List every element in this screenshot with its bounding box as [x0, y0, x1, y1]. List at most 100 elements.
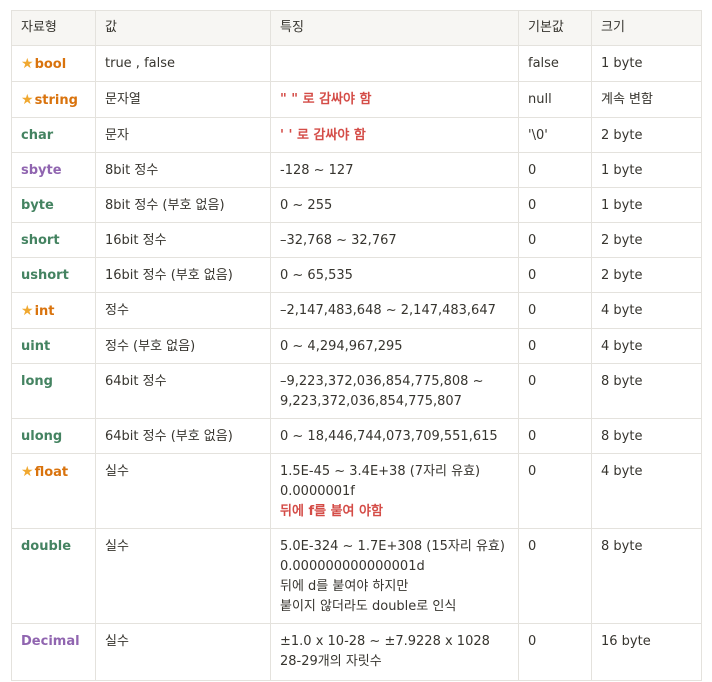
- cell-size: 8 byte: [591, 528, 702, 624]
- feature-line: 뒤에 f를 붙여 야함: [280, 504, 383, 519]
- feature-line: -128 ~ 127: [280, 163, 354, 178]
- cell-value: 8bit 정수: [95, 152, 271, 188]
- cell-features: ' ' 로 감싸야 함: [270, 117, 519, 153]
- table-row: char 문자 ' ' 로 감싸야 함 '\0' 2 byte: [11, 117, 702, 153]
- cell-value: 8bit 정수 (부호 없음): [95, 187, 271, 223]
- feature-line: 28-29개의 자릿수: [280, 654, 382, 669]
- cell-default: 0: [518, 418, 592, 454]
- cell-type: char: [11, 117, 96, 153]
- cell-size: 2 byte: [591, 222, 702, 258]
- header-default: 기본값: [518, 10, 592, 46]
- star-icon: ★: [21, 92, 34, 108]
- cell-features: [270, 45, 519, 82]
- feature-line: 0.000000000000001d: [280, 559, 425, 574]
- cell-features: 5.0E-324 ~ 1.7E+308 (15자리 유효) 0.000000000…: [270, 528, 519, 624]
- feature-line: 뒤에 d를 붙여야 하지만: [280, 579, 409, 594]
- type-name: string: [34, 93, 78, 108]
- cell-type: Decimal: [11, 623, 96, 681]
- cell-value: 정수 (부호 없음): [95, 328, 271, 364]
- type-name: int: [34, 304, 55, 319]
- cell-size: 계속 변함: [591, 81, 702, 118]
- feature-line: –2,147,483,648 ~ 2,147,483,647: [280, 303, 496, 318]
- cell-type: short: [11, 222, 96, 258]
- cell-default: 0: [518, 623, 592, 681]
- table-row: ★bool true , false false 1 byte: [11, 45, 702, 82]
- type-name: double: [21, 539, 72, 554]
- type-name: bool: [34, 57, 67, 72]
- cell-features: " " 로 감싸야 함: [270, 81, 519, 118]
- table-body: ★bool true , false false 1 byte ★string 문자열 " …: [11, 45, 702, 681]
- feature-line: 5.0E-324 ~ 1.7E+308 (15자리 유효): [280, 539, 505, 554]
- header-size: 크기: [591, 10, 702, 46]
- cell-size: 16 byte: [591, 623, 702, 681]
- cell-default: 0: [518, 453, 592, 529]
- type-name: ushort: [21, 268, 69, 283]
- cell-value: 16bit 정수 (부호 없음): [95, 257, 271, 293]
- cell-type: ★string: [11, 81, 96, 118]
- cell-type: ★bool: [11, 45, 96, 82]
- cell-default: 0: [518, 528, 592, 624]
- table-row: long 64bit 정수 –9,223,372,036,854,775,808 ~…: [11, 363, 702, 419]
- cell-value: 문자: [95, 117, 271, 153]
- cell-default: false: [518, 45, 592, 82]
- table-row: ★float 실수 1.5E-45 ~ 3.4E+38 (7자리 유효) 0.0000…: [11, 453, 702, 529]
- cell-default: 0: [518, 363, 592, 419]
- type-name: sbyte: [21, 163, 62, 178]
- table-row: ★string 문자열 " " 로 감싸야 함 null 계속 변함: [11, 81, 702, 118]
- cell-value: 64bit 정수 (부호 없음): [95, 418, 271, 454]
- table-row: double 실수 5.0E-324 ~ 1.7E+308 (15자리 유효) 0.0…: [11, 528, 702, 624]
- cell-default: null: [518, 81, 592, 118]
- cell-type: long: [11, 363, 96, 419]
- table-header-row: 자료형 값 특징 기본값 크기: [11, 10, 702, 46]
- table-row: ulong 64bit 정수 (부호 없음) 0 ~ 18,446,744,073,…: [11, 418, 702, 454]
- header-value: 값: [95, 10, 271, 46]
- feature-line: ±1.0 x 10-28 ~ ±7.9228 x 1028: [280, 634, 490, 649]
- cell-size: 1 byte: [591, 152, 702, 188]
- cell-default: 0: [518, 292, 592, 329]
- feature-line: –32,768 ~ 32,767: [280, 233, 397, 248]
- cell-features: –32,768 ~ 32,767: [270, 222, 519, 258]
- cell-size: 2 byte: [591, 117, 702, 153]
- data-types-table: 자료형 값 특징 기본값 크기 ★bool true , false false 1 …: [11, 10, 702, 681]
- cell-features: 0 ~ 18,446,744,073,709,551,615: [270, 418, 519, 454]
- type-name: short: [21, 233, 60, 248]
- cell-type: sbyte: [11, 152, 96, 188]
- cell-type: double: [11, 528, 96, 624]
- feature-line: 9,223,372,036,854,775,807: [280, 394, 462, 409]
- cell-type: ulong: [11, 418, 96, 454]
- cell-value: 정수: [95, 292, 271, 329]
- table-row: Decimal 실수 ±1.0 x 10-28 ~ ±7.9228 x 1028 28…: [11, 623, 702, 681]
- star-icon: ★: [21, 464, 34, 480]
- cell-features: 0 ~ 255: [270, 187, 519, 223]
- star-icon: ★: [21, 303, 34, 319]
- cell-type: byte: [11, 187, 96, 223]
- cell-type: ★int: [11, 292, 96, 329]
- feature-line: 1.5E-45 ~ 3.4E+38 (7자리 유효): [280, 464, 481, 479]
- cell-size: 4 byte: [591, 292, 702, 329]
- cell-default: 0: [518, 257, 592, 293]
- cell-size: 4 byte: [591, 328, 702, 364]
- feature-line: 붙이지 않더라도 double로 인식: [280, 599, 457, 614]
- cell-default: 0: [518, 222, 592, 258]
- type-name: long: [21, 374, 53, 389]
- cell-type: ushort: [11, 257, 96, 293]
- table-row: uint 정수 (부호 없음) 0 ~ 4,294,967,295 0 4 byte: [11, 328, 702, 364]
- cell-value: 16bit 정수: [95, 222, 271, 258]
- cell-value: 문자열: [95, 81, 271, 118]
- cell-features: –9,223,372,036,854,775,808 ~ 9,223,372,03…: [270, 363, 519, 419]
- feature-line: ' ' 로 감싸야 함: [280, 128, 366, 143]
- type-name: uint: [21, 339, 51, 354]
- type-name: Decimal: [21, 634, 80, 649]
- cell-value: 실수: [95, 453, 271, 529]
- table-row: byte 8bit 정수 (부호 없음) 0 ~ 255 0 1 byte: [11, 187, 702, 223]
- cell-features: –2,147,483,648 ~ 2,147,483,647: [270, 292, 519, 329]
- data-types-table-container: 자료형 값 특징 기본값 크기 ★bool true , false false 1 …: [11, 10, 702, 681]
- cell-features: 1.5E-45 ~ 3.4E+38 (7자리 유효) 0.0000001f 뒤에 f…: [270, 453, 519, 529]
- cell-default: 0: [518, 328, 592, 364]
- type-name: char: [21, 128, 54, 143]
- cell-size: 8 byte: [591, 363, 702, 419]
- table-row: ★int 정수 –2,147,483,648 ~ 2,147,483,647 0 4 b…: [11, 292, 702, 329]
- table-row: sbyte 8bit 정수 -128 ~ 127 0 1 byte: [11, 152, 702, 188]
- feature-line: 0 ~ 4,294,967,295: [280, 339, 403, 354]
- feature-line: –9,223,372,036,854,775,808 ~: [280, 374, 484, 389]
